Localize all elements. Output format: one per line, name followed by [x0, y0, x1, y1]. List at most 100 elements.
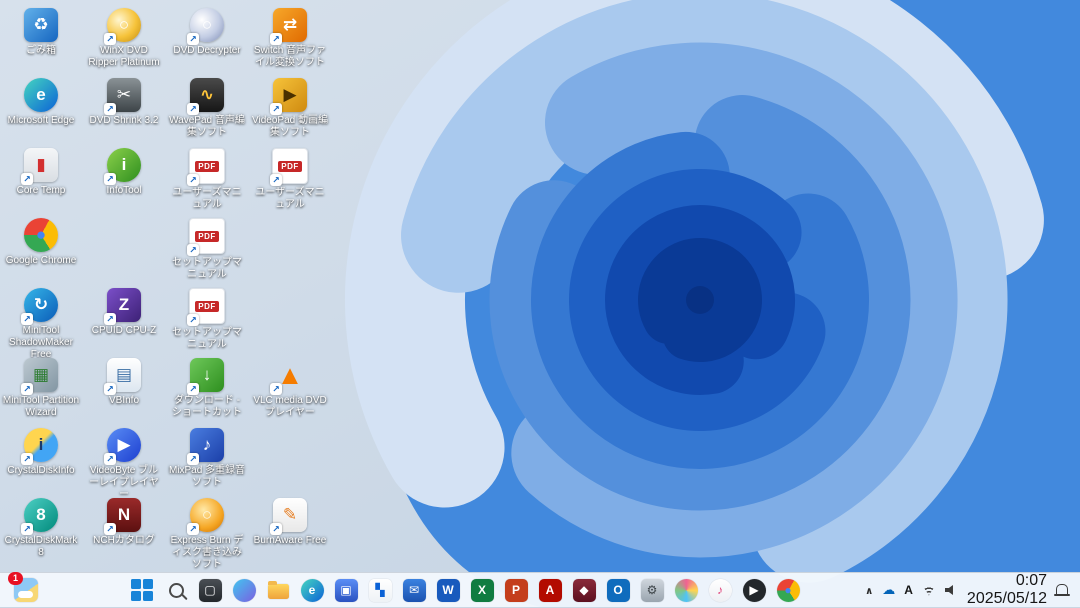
desktop-icons: ♻ ごみ箱 e Microsoft Edge ▮ ↗ Core Temp ● Google Ch…: [0, 0, 1080, 573]
desktop-icon-crystaldiskinfo[interactable]: i ↗ CrystalDiskInfo: [2, 428, 80, 477]
express-burn-icon: ○ ↗: [187, 498, 224, 535]
ime-mode-label: A: [904, 583, 913, 597]
desktop-icon-label: セットアップマニュアル: [172, 327, 242, 350]
desktop-icon-minitool-shadowmaker[interactable]: ↻ ↗ MiniTool ShadowMaker Free: [2, 288, 80, 361]
recycle-bin-icon: ♻: [24, 8, 58, 42]
taskbar-app-gray-button[interactable]: ⚙: [638, 576, 666, 604]
taskbar-copilot-button[interactable]: [230, 576, 258, 604]
desktop-icon-label: CrystalDiskMark 8: [4, 535, 78, 558]
desktop-icon-microsoft-edge[interactable]: e Microsoft Edge: [2, 78, 80, 127]
users-manual-2-icon: PDF ↗: [270, 148, 308, 186]
desktop-icon-videobyte-bluray-player[interactable]: ▶ ↗ VideoByte ブルーレイプレイヤー: [85, 428, 163, 501]
desktop-icon-nch-catalog[interactable]: N ↗ NCHカタログ: [85, 498, 163, 547]
desktop-icon-download-shortcut[interactable]: ↓ ↗ ダウンロード - ショートカット: [168, 358, 246, 419]
media-player-icon: ▶: [742, 578, 766, 602]
taskbar-search-button[interactable]: [162, 576, 190, 604]
microsoft-edge-icon: e: [24, 78, 58, 112]
core-temp-icon: ▮ ↗: [21, 148, 58, 185]
taskbar-app-maroon-button[interactable]: ◆: [570, 576, 598, 604]
shortcut-arrow-overlay: ↗: [21, 453, 33, 465]
shortcut-arrow-overlay: ↗: [270, 33, 282, 45]
desktop-icon-label: Microsoft Edge: [7, 115, 75, 126]
taskbar-chrome-taskbar-button[interactable]: ●: [774, 576, 802, 604]
clock-button[interactable]: 0:07 2025/05/12: [967, 572, 1047, 608]
outlook-icon: O: [606, 578, 630, 602]
pdf-tag: PDF: [195, 300, 219, 312]
desktop: ♻ ごみ箱 e Microsoft Edge ▮ ↗ Core Temp ● Google Ch…: [0, 0, 1080, 607]
edge-icon: e: [300, 578, 324, 602]
desktop-icon-label: Google Chrome: [5, 255, 77, 266]
desktop-icon-core-temp[interactable]: ▮ ↗ Core Temp: [2, 148, 80, 197]
desktop-icon-recycle-bin[interactable]: ♻ ごみ箱: [2, 8, 80, 57]
tray-hidden-icons-button[interactable]: ∧: [865, 581, 873, 599]
shortcut-arrow-overlay: ↗: [104, 383, 116, 395]
taskbar-media-player-button[interactable]: ▶: [740, 576, 768, 604]
desktop-icon-burnaware-free[interactable]: ✎ ↗ BurnAware Free: [251, 498, 329, 547]
taskbar-acrobat-button[interactable]: A: [536, 576, 564, 604]
desktop-icon-label: Switch 音声ファイル変換ソフト: [253, 45, 327, 68]
system-tray: ∧ ☁ A 0:07 2025/05/12: [865, 572, 1070, 608]
minitool-shadowmaker-icon: ↻ ↗: [21, 288, 58, 325]
desktop-icon-users-manual-1[interactable]: PDF ↗ ユーザーズマニュアル: [168, 148, 246, 211]
app-blue-icon: ▣: [334, 578, 358, 602]
desktop-icon-setup-manual-1[interactable]: PDF ↗ セットアップマニュアル: [168, 218, 246, 281]
desktop-icon-google-chrome[interactable]: ● Google Chrome: [2, 218, 80, 267]
search-icon: [168, 582, 184, 598]
desktop-icon-vlc-media-player[interactable]: ▲ ↗ VLC media DVDプレイヤー: [251, 358, 329, 419]
desktop-icon-setup-manual-2[interactable]: PDF ↗ セットアップマニュアル: [168, 288, 246, 351]
desktop-icon-vbinfo[interactable]: ▤ ↗ VBInfo: [85, 358, 163, 407]
taskbar-word-button[interactable]: W: [434, 576, 462, 604]
desktop-icon-dvd-decrypter[interactable]: ○ ↗ DVD Decrypter: [168, 8, 246, 57]
shortcut-arrow-overlay: ↗: [187, 174, 199, 186]
desktop-icon-express-burn[interactable]: ○ ↗ Express Burn ディスク書き込みソフト: [168, 498, 246, 571]
vbinfo-icon: ▤ ↗: [104, 358, 141, 395]
taskbar: 1 ▢ e ▣ ▚ ✉ W X P A ◆ O ⚙ ♪ ▶ ● ∧ ☁ A 0:07 2025/05/12: [0, 572, 1080, 607]
clock-date: 2025/05/12: [966, 590, 1047, 607]
desktop-icon-users-manual-2[interactable]: PDF ↗ ユーザーズマニュアル: [251, 148, 329, 211]
switch-audio-converter-icon: ⇄ ↗: [270, 8, 307, 45]
taskbar-photos-button[interactable]: [672, 576, 700, 604]
windows-logo-icon: [131, 579, 153, 601]
ime-mode-button[interactable]: A: [904, 581, 913, 599]
desktop-icon-winx-dvd-ripper[interactable]: ○ ↗ WinX DVD Ripper Platinum: [85, 8, 163, 69]
pdf-tag: PDF: [278, 160, 302, 172]
volume-button[interactable]: [944, 584, 958, 596]
taskbar-mail-button[interactable]: ✉: [400, 576, 428, 604]
taskbar-microsoft-store-button[interactable]: ▚: [366, 576, 394, 604]
taskbar-powerpoint-button[interactable]: P: [502, 576, 530, 604]
desktop-icon-dvd-shrink[interactable]: ✂ ↗ DVD Shrink 3.2: [85, 78, 163, 127]
desktop-icon-crystaldiskmark[interactable]: 8 ↗ CrystalDiskMark 8: [2, 498, 80, 559]
taskbar-task-view-button[interactable]: ▢: [196, 576, 224, 604]
taskbar-outlook-button[interactable]: O: [604, 576, 632, 604]
powerpoint-icon: P: [504, 578, 528, 602]
taskbar-itunes-button[interactable]: ♪: [706, 576, 734, 604]
itunes-icon: ♪: [708, 578, 732, 602]
desktop-icon-switch-audio-converter[interactable]: ⇄ ↗ Switch 音声ファイル変換ソフト: [251, 8, 329, 69]
taskbar-excel-button[interactable]: X: [468, 576, 496, 604]
microsoft-store-icon: ▚: [368, 578, 392, 602]
show-desktop-button[interactable]: [1076, 573, 1080, 607]
desktop-icon-wavepad[interactable]: ∿ ↗ WavePad 音声編集ソフト: [168, 78, 246, 139]
desktop-icon-minitool-partition-wizard[interactable]: ▦ ↗ MiniTool Partition Wizard: [2, 358, 80, 419]
desktop-icon-videopad[interactable]: ▶ ↗ VideoPad 動画編集ソフト: [251, 78, 329, 139]
task-view-icon: ▢: [198, 578, 222, 602]
pdf-tag: PDF: [195, 230, 219, 242]
onedrive-tray-button[interactable]: ☁: [882, 581, 895, 599]
widgets-button[interactable]: 1: [8, 572, 40, 603]
shortcut-arrow-overlay: ↗: [187, 523, 199, 535]
notification-center-button[interactable]: [1054, 584, 1070, 596]
app-maroon-icon: ◆: [572, 578, 596, 602]
taskbar-edge-button[interactable]: e: [298, 576, 326, 604]
folder-icon: [267, 580, 289, 599]
users-manual-1-icon: PDF ↗: [187, 148, 225, 186]
taskbar-start-button[interactable]: [128, 576, 156, 604]
desktop-icon-cpuid-cpu-z[interactable]: Z ↗ CPUID CPU-Z: [85, 288, 163, 337]
shortcut-arrow-overlay: ↗: [104, 33, 116, 45]
network-button[interactable]: [921, 584, 936, 596]
taskbar-file-explorer-button[interactable]: [264, 576, 292, 604]
desktop-icon-mixpad[interactable]: ♪ ↗ MixPad 多重録音ソフト: [168, 428, 246, 489]
desktop-icon-label: Express Burn ディスク書き込みソフト: [170, 535, 244, 570]
desktop-icon-infotool[interactable]: i ↗ InfoTool: [85, 148, 163, 197]
desktop-icon-label: MiniTool ShadowMaker Free: [9, 325, 73, 360]
taskbar-app-blue-button[interactable]: ▣: [332, 576, 360, 604]
